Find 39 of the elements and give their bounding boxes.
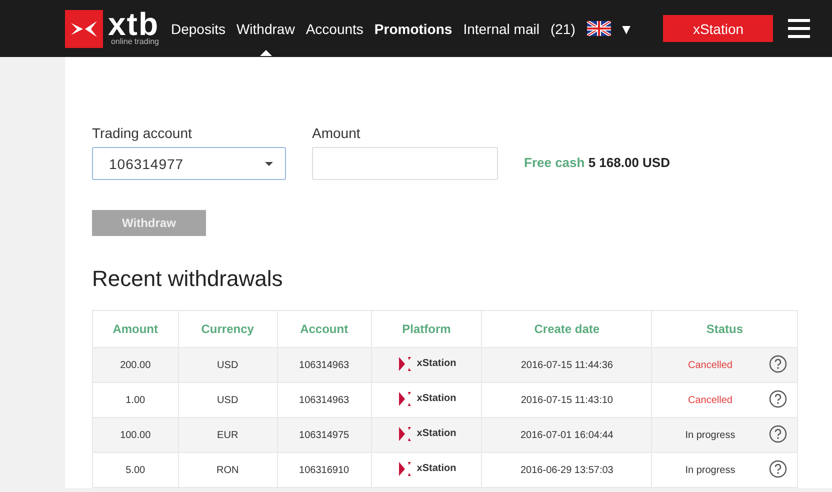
status-text: Cancelled xyxy=(688,360,732,370)
status-text: In progress xyxy=(685,430,736,440)
logo-icon xyxy=(65,10,103,48)
column-header: Amount xyxy=(92,310,178,348)
section-title: Recent withdrawals xyxy=(92,266,284,292)
field-label: Trading account xyxy=(92,125,193,141)
help-icon[interactable] xyxy=(769,390,787,408)
platform-name: xStation xyxy=(416,428,456,439)
menu-icon[interactable] xyxy=(788,19,810,38)
nav-link[interactable]: Deposits xyxy=(171,20,226,36)
language-caret[interactable]: ▼ xyxy=(619,20,634,36)
flag-icon[interactable] xyxy=(587,21,612,36)
help-icon[interactable] xyxy=(769,355,787,373)
amount-field[interactable] xyxy=(312,147,498,180)
free-cash-text: Free cash 5 168.00 USD xyxy=(524,155,670,170)
nav-link[interactable]: Accounts xyxy=(306,20,364,36)
help-icon[interactable] xyxy=(769,460,787,478)
field-label: Amount xyxy=(312,125,362,141)
platform-name: xStation xyxy=(416,393,456,404)
nav-link[interactable]: Internal mail xyxy=(463,20,540,36)
column-header: Status xyxy=(652,310,798,348)
column-header: Create date xyxy=(482,310,652,348)
platform-logo-icon xyxy=(396,460,413,476)
caret-icon xyxy=(265,162,273,166)
platform-logo-icon xyxy=(396,390,413,406)
mail-count: (21) xyxy=(550,20,576,36)
platform-button[interactable]: xStation xyxy=(663,15,774,42)
nav-link[interactable]: Promotions xyxy=(374,20,452,36)
platform-name: xStation xyxy=(416,358,456,369)
help-icon[interactable] xyxy=(769,425,787,443)
logo-text: xtb xyxy=(108,11,159,37)
status-text: In progress xyxy=(685,464,736,476)
nav-link[interactable]: Withdraw xyxy=(236,20,295,36)
logo-tagline: online trading xyxy=(110,37,159,46)
platform-name: xStation xyxy=(416,463,456,474)
account-select[interactable]: 106314977 xyxy=(92,147,286,180)
status-text: Cancelled xyxy=(688,394,732,406)
platform-logo-icon xyxy=(396,426,413,442)
platform-logo-icon xyxy=(396,356,413,372)
